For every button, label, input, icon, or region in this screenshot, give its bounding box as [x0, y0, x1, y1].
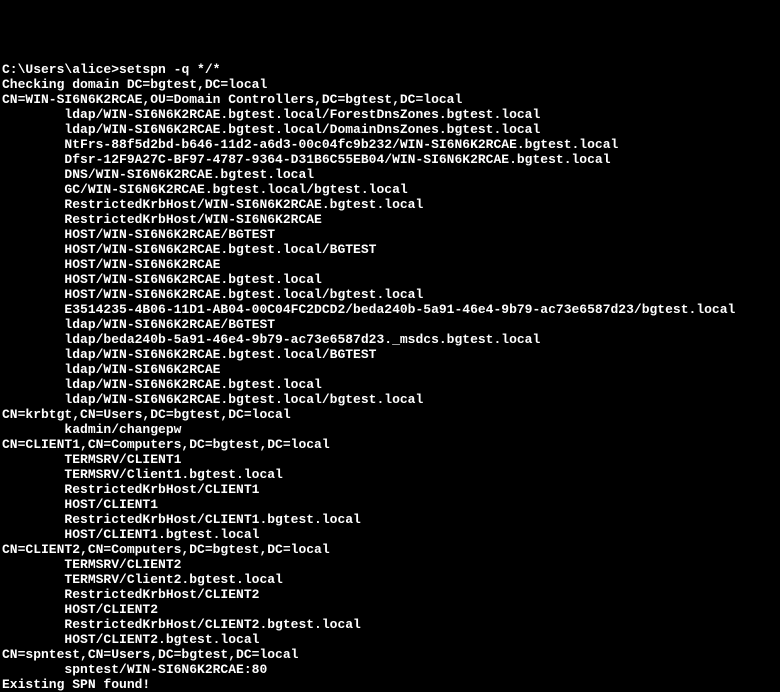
output-line: ldap/WIN-SI6N6K2RCAE.bgtest.local/Domain… [2, 122, 778, 137]
output-line: kadmin/changepw [2, 422, 778, 437]
command-prompt-line: C:\Users\alice>setspn -q */* [2, 62, 778, 77]
output-line: DNS/WIN-SI6N6K2RCAE.bgtest.local [2, 167, 778, 182]
output-line: HOST/CLIENT1 [2, 497, 778, 512]
output-line: ldap/WIN-SI6N6K2RCAE [2, 362, 778, 377]
output-line: HOST/WIN-SI6N6K2RCAE.bgtest.local/BGTEST [2, 242, 778, 257]
output-line: CN=krbtgt,CN=Users,DC=bgtest,DC=local [2, 407, 778, 422]
output-line: RestrictedKrbHost/WIN-SI6N6K2RCAE.bgtest… [2, 197, 778, 212]
output-line: Existing SPN found! [2, 677, 778, 692]
output-line: HOST/WIN-SI6N6K2RCAE.bgtest.local/bgtest… [2, 287, 778, 302]
output-line: HOST/CLIENT2 [2, 602, 778, 617]
output-line: CN=spntest,CN=Users,DC=bgtest,DC=local [2, 647, 778, 662]
output-line: CN=CLIENT1,CN=Computers,DC=bgtest,DC=loc… [2, 437, 778, 452]
output-line: GC/WIN-SI6N6K2RCAE.bgtest.local/bgtest.l… [2, 182, 778, 197]
output-line: TERMSRV/Client2.bgtest.local [2, 572, 778, 587]
output-line: HOST/CLIENT1.bgtest.local [2, 527, 778, 542]
output-line: HOST/CLIENT2.bgtest.local [2, 632, 778, 647]
output-line: Dfsr-12F9A27C-BF97-4787-9364-D31B6C55EB0… [2, 152, 778, 167]
output-line: ldap/WIN-SI6N6K2RCAE.bgtest.local/bgtest… [2, 392, 778, 407]
output-line: HOST/WIN-SI6N6K2RCAE.bgtest.local [2, 272, 778, 287]
output-line: RestrictedKrbHost/WIN-SI6N6K2RCAE [2, 212, 778, 227]
output-line: ldap/beda240b-5a91-46e4-9b79-ac73e6587d2… [2, 332, 778, 347]
output-line: HOST/WIN-SI6N6K2RCAE [2, 257, 778, 272]
output-line: TERMSRV/CLIENT2 [2, 557, 778, 572]
prompt-path: C:\Users\alice> [2, 62, 119, 77]
output-line: CN=CLIENT2,CN=Computers,DC=bgtest,DC=loc… [2, 542, 778, 557]
output-line: RestrictedKrbHost/CLIENT2 [2, 587, 778, 602]
output-line: ldap/WIN-SI6N6K2RCAE.bgtest.local/Forest… [2, 107, 778, 122]
output-line: RestrictedKrbHost/CLIENT1 [2, 482, 778, 497]
output-line: TERMSRV/CLIENT1 [2, 452, 778, 467]
terminal-window[interactable]: C:\Users\alice>setspn -q */*Checking dom… [2, 62, 778, 589]
output-line: ldap/WIN-SI6N6K2RCAE/BGTEST [2, 317, 778, 332]
terminal-output: Checking domain DC=bgtest,DC=localCN=WIN… [2, 77, 778, 692]
prompt-command: setspn -q */* [119, 62, 220, 77]
output-line: RestrictedKrbHost/CLIENT1.bgtest.local [2, 512, 778, 527]
output-line: NtFrs-88f5d2bd-b646-11d2-a6d3-00c04fc9b2… [2, 137, 778, 152]
output-line: spntest/WIN-SI6N6K2RCAE:80 [2, 662, 778, 677]
output-line: TERMSRV/Client1.bgtest.local [2, 467, 778, 482]
output-line: HOST/WIN-SI6N6K2RCAE/BGTEST [2, 227, 778, 242]
output-line: CN=WIN-SI6N6K2RCAE,OU=Domain Controllers… [2, 92, 778, 107]
output-line: ldap/WIN-SI6N6K2RCAE.bgtest.local [2, 377, 778, 392]
output-line: RestrictedKrbHost/CLIENT2.bgtest.local [2, 617, 778, 632]
output-line: Checking domain DC=bgtest,DC=local [2, 77, 778, 92]
output-line: E3514235-4B06-11D1-AB04-00C04FC2DCD2/bed… [2, 302, 778, 317]
output-line: ldap/WIN-SI6N6K2RCAE.bgtest.local/BGTEST [2, 347, 778, 362]
